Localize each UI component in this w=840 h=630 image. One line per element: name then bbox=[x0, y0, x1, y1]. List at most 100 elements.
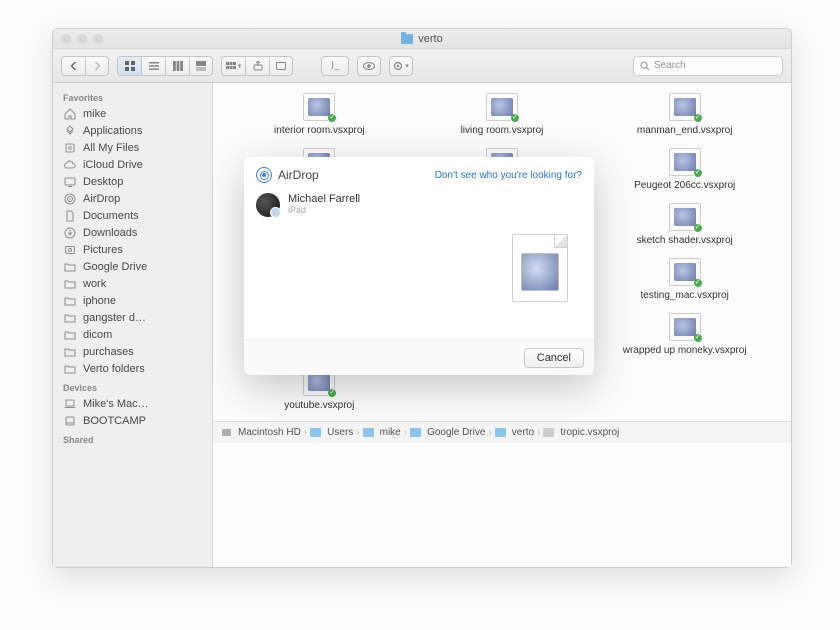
minimize-window[interactable] bbox=[77, 34, 87, 44]
path-segment[interactable]: tropic.vsxproj bbox=[560, 427, 619, 438]
path-segment[interactable]: Macintosh HD bbox=[238, 427, 301, 438]
airdrop-recipient[interactable]: Michael Farrell iPad bbox=[256, 193, 500, 327]
sidebar-item[interactable]: Applications bbox=[53, 122, 212, 139]
sidebar-item[interactable]: Verto folders bbox=[53, 360, 212, 377]
nav-segment bbox=[61, 56, 109, 76]
folder-icon bbox=[401, 34, 413, 44]
share-button[interactable] bbox=[245, 56, 269, 76]
file-name: living room.vsxproj bbox=[461, 125, 544, 136]
search-field[interactable]: Search bbox=[633, 56, 783, 76]
sidebar-item-label: purchases bbox=[83, 346, 134, 358]
path-segment[interactable]: mike bbox=[380, 427, 401, 438]
window-controls bbox=[61, 34, 103, 44]
file-thumbnail: ✓ bbox=[669, 148, 701, 176]
file-name: interior room.vsxproj bbox=[274, 125, 365, 136]
chevron-right-icon: › bbox=[356, 427, 359, 438]
forward-button[interactable] bbox=[85, 56, 109, 76]
arrange-segment: ▾ bbox=[221, 56, 293, 76]
file-item[interactable]: ✓ manman_end.vsxproj bbox=[598, 93, 771, 136]
path-segment[interactable]: Google Drive bbox=[427, 427, 485, 438]
sidebar-item-label: iCloud Drive bbox=[83, 159, 143, 171]
folder-icon bbox=[410, 428, 421, 437]
file-item[interactable]: ✓ living room.vsxproj bbox=[416, 93, 589, 136]
pictures-icon bbox=[63, 244, 77, 256]
sidebar-item[interactable]: work bbox=[53, 275, 212, 292]
sidebar-item[interactable]: iCloud Drive bbox=[53, 156, 212, 173]
chevron-right-icon: › bbox=[537, 427, 540, 438]
sync-badge-icon: ✓ bbox=[693, 278, 703, 288]
sidebar-section-header: Devices bbox=[53, 377, 212, 395]
airdrop-title: AirDrop bbox=[278, 168, 319, 182]
path-segment[interactable]: verto bbox=[512, 427, 534, 438]
toolbar: ▾ ⟩_ ▾ Search bbox=[53, 49, 791, 83]
view-segment bbox=[117, 56, 213, 76]
file-item[interactable]: ✓ sketch shader.vsxproj bbox=[598, 203, 771, 246]
sidebar-item[interactable]: gangster d… bbox=[53, 309, 212, 326]
sidebar-item[interactable]: purchases bbox=[53, 343, 212, 360]
column-view-button[interactable] bbox=[165, 56, 189, 76]
quicklook-button[interactable] bbox=[357, 56, 381, 76]
path-segment[interactable]: Users bbox=[327, 427, 353, 438]
action-button[interactable]: ▾ bbox=[389, 56, 413, 76]
sidebar-item[interactable]: Pictures bbox=[53, 241, 212, 258]
sidebar-item[interactable]: Desktop bbox=[53, 173, 212, 190]
cancel-button[interactable]: Cancel bbox=[524, 348, 584, 368]
airdrop-help-link[interactable]: Don't see who you're looking for? bbox=[435, 170, 582, 181]
sidebar-item[interactable]: dicom bbox=[53, 326, 212, 343]
chevron-right-icon: › bbox=[404, 427, 407, 438]
sidebar-item[interactable]: All My Files bbox=[53, 139, 212, 156]
sidebar-section-header: Favorites bbox=[53, 87, 212, 105]
file-item[interactable]: ✓interior room.vsxproj bbox=[233, 93, 406, 136]
arrange-button[interactable]: ▾ bbox=[221, 56, 245, 76]
file-thumbnail: ✓ bbox=[669, 203, 701, 231]
file-thumbnail: ✓ bbox=[669, 93, 701, 121]
search-placeholder: Search bbox=[654, 60, 686, 71]
laptop-icon bbox=[63, 398, 77, 410]
sidebar-item[interactable]: Downloads bbox=[53, 224, 212, 241]
sidebar-item[interactable]: Documents bbox=[53, 207, 212, 224]
file-item[interactable]: ✓ Peugeot 206cc.vsxproj bbox=[598, 148, 771, 191]
file-name: sketch shader.vsxproj bbox=[637, 235, 733, 246]
coverflow-view-button[interactable] bbox=[189, 56, 213, 76]
sidebar-item[interactable]: Mike's Mac… bbox=[53, 395, 212, 412]
recipient-name: Michael Farrell bbox=[288, 193, 360, 205]
icon-view-button[interactable] bbox=[117, 56, 141, 76]
sidebar-item[interactable]: mike bbox=[53, 105, 212, 122]
folder-icon bbox=[495, 428, 506, 437]
file-item[interactable]: ✓wrapped up moneky.vsxproj bbox=[598, 313, 771, 356]
sidebar-item[interactable]: BOOTCAMP bbox=[53, 412, 212, 429]
file-name: youtube.vsxproj bbox=[284, 400, 354, 411]
chevron-right-icon: › bbox=[488, 427, 491, 438]
tags-button[interactable] bbox=[269, 56, 293, 76]
file-name: testing_mac.vsxproj bbox=[640, 290, 728, 301]
file-item[interactable]: ✓ testing_mac.vsxproj bbox=[598, 258, 771, 301]
folder-icon bbox=[63, 346, 77, 358]
sidebar-section-header: Shared bbox=[53, 429, 212, 447]
chevron-right-icon: › bbox=[304, 427, 307, 438]
sidebar-item[interactable]: iphone bbox=[53, 292, 212, 309]
back-button[interactable] bbox=[61, 56, 85, 76]
folder-icon bbox=[363, 428, 374, 437]
path-button[interactable]: ⟩_ bbox=[321, 56, 349, 76]
file-name: manman_end.vsxproj bbox=[637, 125, 733, 136]
list-view-button[interactable] bbox=[141, 56, 165, 76]
sidebar-item-label: Downloads bbox=[83, 227, 137, 239]
folder-icon bbox=[63, 312, 77, 324]
sync-badge-icon: ✓ bbox=[693, 223, 703, 233]
sync-badge-icon: ✓ bbox=[327, 388, 337, 398]
close-window[interactable] bbox=[61, 34, 71, 44]
file-thumbnail: ✓ bbox=[669, 258, 701, 286]
allfiles-icon bbox=[63, 142, 77, 154]
file-preview bbox=[512, 234, 576, 302]
airdrop-icon bbox=[256, 167, 272, 183]
sidebar-item[interactable]: AirDrop bbox=[53, 190, 212, 207]
file-name: Peugeot 206cc.vsxproj bbox=[634, 180, 735, 191]
file-thumbnail: ✓ bbox=[486, 93, 518, 121]
disk-icon bbox=[221, 427, 235, 438]
apps-icon bbox=[63, 125, 77, 137]
downloads-icon bbox=[63, 227, 77, 239]
sidebar-item-label: Mike's Mac… bbox=[83, 398, 149, 410]
cloud-icon bbox=[63, 159, 77, 171]
sidebar-item[interactable]: Google Drive bbox=[53, 258, 212, 275]
zoom-window[interactable] bbox=[93, 34, 103, 44]
